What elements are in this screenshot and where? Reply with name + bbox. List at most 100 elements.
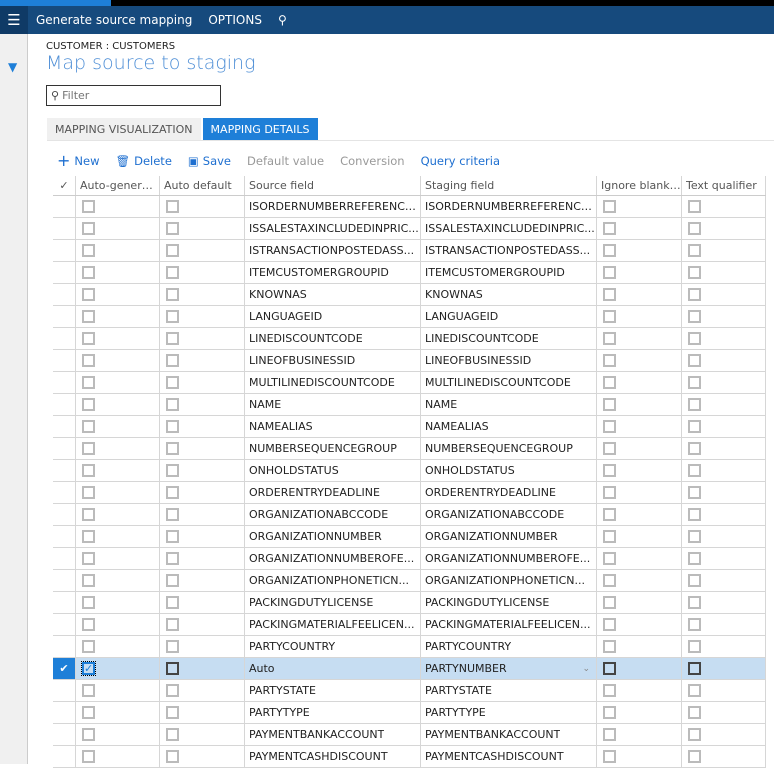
auto-generated-checkbox[interactable] <box>82 750 95 763</box>
ignore-blank-checkbox[interactable] <box>603 662 616 675</box>
source-field-cell[interactable]: ISORDERNUMBERREFERENCE... <box>244 196 420 217</box>
ignore-blank-checkbox[interactable] <box>603 552 616 565</box>
row-selector[interactable] <box>53 240 75 261</box>
staging-field-cell[interactable]: NAMEALIAS <box>420 416 596 437</box>
ignore-blank-checkbox[interactable] <box>603 222 616 235</box>
column-header-text-qualifier[interactable]: Text qualifier <box>681 176 766 195</box>
staging-field-cell[interactable]: ORDERENTRYDEADLINE <box>420 482 596 503</box>
ignore-blank-checkbox[interactable] <box>603 376 616 389</box>
tab-mapping-details[interactable]: MAPPING DETAILS <box>202 118 318 141</box>
staging-field-cell[interactable]: LINEDISCOUNTCODE <box>420 328 596 349</box>
auto-default-checkbox[interactable] <box>166 222 179 235</box>
text-qualifier-checkbox[interactable] <box>688 596 701 609</box>
ignore-blank-checkbox[interactable] <box>603 244 616 257</box>
row-selector[interactable] <box>53 460 75 481</box>
row-selector[interactable] <box>53 548 75 569</box>
source-field-cell[interactable]: LINEOFBUSINESSID <box>244 350 420 371</box>
source-field-cell[interactable]: MULTILINEDISCOUNTCODE <box>244 372 420 393</box>
ignore-blank-checkbox[interactable] <box>603 398 616 411</box>
auto-default-checkbox[interactable] <box>166 244 179 257</box>
ignore-blank-checkbox[interactable] <box>603 486 616 499</box>
ignore-blank-checkbox[interactable] <box>603 706 616 719</box>
select-all-checkmark-icon[interactable]: ✓ <box>53 176 75 195</box>
auto-generated-checkbox[interactable] <box>82 530 95 543</box>
source-field-cell[interactable]: PACKINGDUTYLICENSE <box>244 592 420 613</box>
row-selector[interactable] <box>53 218 75 239</box>
table-row[interactable]: PARTYCOUNTRY PARTYCOUNTRY <box>53 636 766 658</box>
staging-field-cell[interactable]: ONHOLDSTATUS <box>420 460 596 481</box>
auto-generated-checkbox[interactable] <box>82 332 95 345</box>
row-selector[interactable] <box>53 416 75 437</box>
table-row[interactable]: NAMEALIAS NAMEALIAS <box>53 416 766 438</box>
filter-input[interactable] <box>62 89 213 102</box>
auto-default-checkbox[interactable] <box>166 442 179 455</box>
row-selector[interactable] <box>53 196 75 217</box>
text-qualifier-checkbox[interactable] <box>688 728 701 741</box>
table-row[interactable]: ORGANIZATIONPHONETICN... ORGANIZATIONPHO… <box>53 570 766 592</box>
auto-generated-checkbox[interactable] <box>82 464 95 477</box>
row-selector[interactable] <box>53 306 75 327</box>
table-row[interactable]: ORGANIZATIONABCCODE ORGANIZATIONABCCODE <box>53 504 766 526</box>
column-header-auto-generated[interactable]: Auto-generat... <box>75 176 159 195</box>
row-selector[interactable] <box>53 614 75 635</box>
text-qualifier-checkbox[interactable] <box>688 288 701 301</box>
row-selector[interactable] <box>53 350 75 371</box>
source-field-cell[interactable]: PARTYTYPE <box>244 702 420 723</box>
ignore-blank-checkbox[interactable] <box>603 288 616 301</box>
auto-generated-checkbox[interactable] <box>82 640 95 653</box>
ignore-blank-checkbox[interactable] <box>603 596 616 609</box>
auto-default-checkbox[interactable] <box>166 420 179 433</box>
search-icon[interactable]: ⚲ <box>278 13 287 27</box>
auto-generated-checkbox[interactable] <box>82 354 95 367</box>
auto-default-checkbox[interactable] <box>166 486 179 499</box>
auto-generated-checkbox[interactable] <box>82 288 95 301</box>
text-qualifier-checkbox[interactable] <box>688 662 701 675</box>
auto-default-checkbox[interactable] <box>166 266 179 279</box>
auto-generated-checkbox[interactable] <box>82 200 95 213</box>
table-row[interactable]: ISSALESTAXINCLUDEDINPRIC... ISSALESTAXIN… <box>53 218 766 240</box>
text-qualifier-checkbox[interactable] <box>688 222 701 235</box>
column-header-auto-default[interactable]: Auto default <box>159 176 244 195</box>
table-row[interactable]: PAYMENTCASHDISCOUNT PAYMENTCASHDISCOUNT <box>53 746 766 768</box>
source-field-cell[interactable]: KNOWNAS <box>244 284 420 305</box>
row-selector[interactable] <box>53 262 75 283</box>
table-row[interactable]: PACKINGMATERIALFEELICEN... PACKINGMATERI… <box>53 614 766 636</box>
source-field-cell[interactable]: NAMEALIAS <box>244 416 420 437</box>
text-qualifier-checkbox[interactable] <box>688 420 701 433</box>
filter-funnel-icon[interactable]: ▼ <box>8 60 17 74</box>
text-qualifier-checkbox[interactable] <box>688 398 701 411</box>
auto-default-checkbox[interactable] <box>166 684 179 697</box>
auto-generated-checkbox[interactable]: ✓ <box>81 661 96 676</box>
auto-default-checkbox[interactable] <box>166 618 179 631</box>
text-qualifier-checkbox[interactable] <box>688 530 701 543</box>
conversion-button[interactable]: Conversion <box>340 151 404 170</box>
staging-field-cell[interactable]: ISSALESTAXINCLUDEDINPRIC... <box>420 218 596 239</box>
auto-generated-checkbox[interactable] <box>82 310 95 323</box>
table-row[interactable]: ITEMCUSTOMERGROUPID ITEMCUSTOMERGROUPID <box>53 262 766 284</box>
source-field-cell[interactable]: ORGANIZATIONABCCODE <box>244 504 420 525</box>
auto-generated-checkbox[interactable] <box>82 552 95 565</box>
auto-default-checkbox[interactable] <box>166 530 179 543</box>
ignore-blank-checkbox[interactable] <box>603 200 616 213</box>
table-row[interactable]: PARTYTYPE PARTYTYPE <box>53 702 766 724</box>
table-row[interactable]: KNOWNAS KNOWNAS <box>53 284 766 306</box>
ignore-blank-checkbox[interactable] <box>603 508 616 521</box>
column-header-staging-field[interactable]: Staging field <box>420 176 596 195</box>
source-field-cell[interactable]: ISSALESTAXINCLUDEDINPRIC... <box>244 218 420 239</box>
ignore-blank-checkbox[interactable] <box>603 266 616 279</box>
row-selector[interactable] <box>53 504 75 525</box>
text-qualifier-checkbox[interactable] <box>688 508 701 521</box>
row-selector[interactable] <box>53 526 75 547</box>
staging-field-cell[interactable]: MULTILINEDISCOUNTCODE <box>420 372 596 393</box>
auto-generated-checkbox[interactable] <box>82 728 95 741</box>
auto-default-checkbox[interactable] <box>166 464 179 477</box>
row-selector[interactable] <box>53 438 75 459</box>
row-selector[interactable] <box>53 592 75 613</box>
row-selector[interactable] <box>53 570 75 591</box>
table-row[interactable]: ORDERENTRYDEADLINE ORDERENTRYDEADLINE <box>53 482 766 504</box>
text-qualifier-checkbox[interactable] <box>688 464 701 477</box>
text-qualifier-checkbox[interactable] <box>688 376 701 389</box>
source-field-cell[interactable]: ISTRANSACTIONPOSTEDASS... <box>244 240 420 261</box>
text-qualifier-checkbox[interactable] <box>688 200 701 213</box>
auto-default-checkbox[interactable] <box>166 640 179 653</box>
